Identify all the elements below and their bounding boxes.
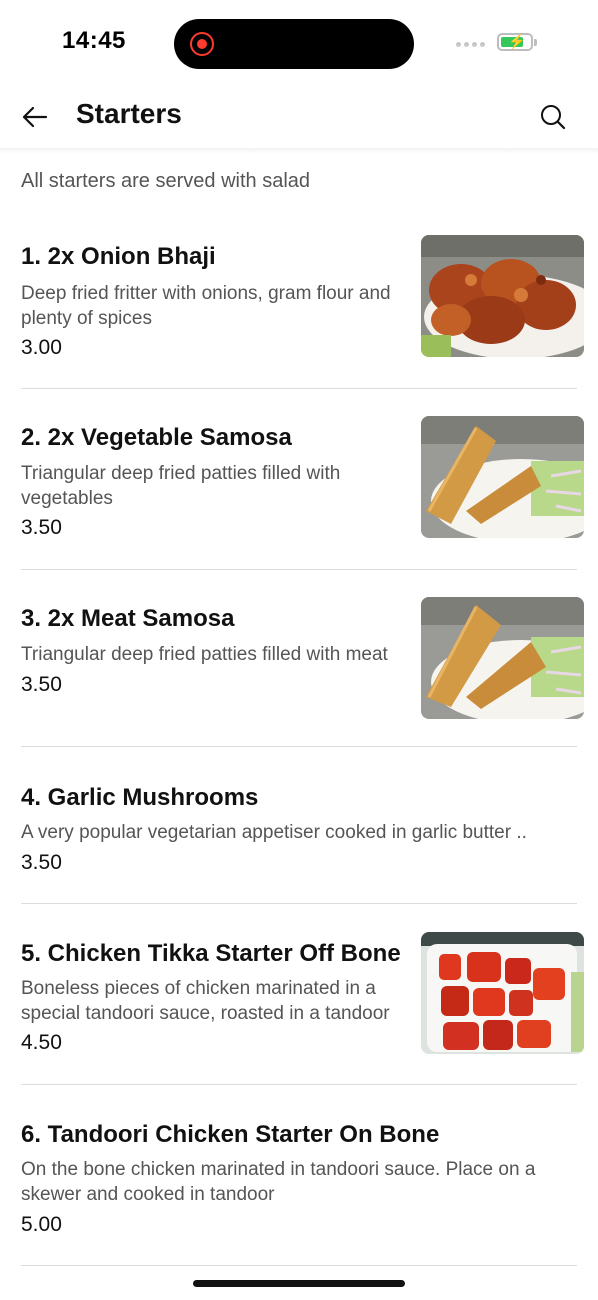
- item-price: 3.50: [21, 673, 62, 696]
- divider: [21, 1265, 577, 1266]
- search-button[interactable]: [538, 102, 568, 132]
- meat-samosa-photo: [421, 597, 584, 719]
- vegetable-samosa-photo: [421, 416, 584, 538]
- item-name: 1. 2x Onion Bhaji: [21, 243, 216, 270]
- home-indicator[interactable]: [193, 1280, 405, 1287]
- category-note: All starters are served with salad: [21, 170, 311, 192]
- menu-item[interactable]: 1. 2x Onion Bhaji Deep fried fritter wit…: [0, 235, 598, 388]
- item-description: Triangular deep fried patties filled wit…: [21, 644, 388, 665]
- item-price: 5.00: [21, 1213, 62, 1236]
- item-image: [421, 416, 584, 538]
- onion-bhaji-photo: [421, 235, 584, 357]
- arrow-left-icon: [22, 106, 48, 128]
- item-description: A very popular vegetarian appetiser cook…: [21, 822, 527, 843]
- item-name: 3. 2x Meat Samosa: [21, 605, 235, 632]
- status-time: 14:45: [62, 27, 126, 54]
- screen-recording-icon: [190, 32, 214, 56]
- item-image: [421, 932, 584, 1054]
- menu-item[interactable]: 3. 2x Meat Samosa Triangular deep fried …: [0, 597, 598, 746]
- search-icon: [541, 105, 566, 130]
- divider: [21, 1084, 577, 1085]
- item-name: 5. Chicken Tikka Starter Off Bone: [21, 940, 401, 967]
- item-description: On the bone chicken marinated in tandoor…: [21, 1159, 536, 1205]
- item-description: Boneless pieces of chicken marinated in …: [21, 978, 390, 1024]
- menu-item[interactable]: 5. Chicken Tikka Starter Off Bone Bonele…: [0, 932, 598, 1084]
- item-description: Triangular deep fried patties filled wit…: [21, 463, 341, 509]
- status-bar: 14:45 ⚡: [0, 0, 598, 88]
- item-image: [421, 235, 584, 357]
- header-divider: [0, 148, 598, 154]
- item-price: 3.00: [21, 336, 62, 359]
- item-name: 2. 2x Vegetable Samosa: [21, 424, 292, 451]
- item-name: 4. Garlic Mushrooms: [21, 784, 259, 811]
- item-image: [421, 597, 584, 719]
- page-title: Starters: [76, 98, 182, 129]
- item-price: 4.50: [21, 1031, 62, 1054]
- menu-item[interactable]: 6. Tandoori Chicken Starter On Bone On t…: [0, 1113, 598, 1265]
- back-button[interactable]: [20, 102, 50, 132]
- divider: [21, 569, 577, 570]
- battery-charging-icon: ⚡: [497, 33, 537, 51]
- divider: [21, 746, 577, 747]
- chicken-tikka-photo: [421, 932, 584, 1054]
- app-header: Starters: [0, 88, 598, 148]
- item-price: 3.50: [21, 851, 62, 874]
- menu-item[interactable]: 4. Garlic Mushrooms A very popular veget…: [0, 776, 598, 903]
- dynamic-island: [174, 19, 414, 69]
- divider: [21, 903, 577, 904]
- item-price: 3.50: [21, 516, 62, 539]
- divider: [21, 388, 577, 389]
- menu-item[interactable]: 2. 2x Vegetable Samosa Triangular deep f…: [0, 416, 598, 569]
- item-description: Deep fried fritter with onions, gram flo…: [21, 283, 391, 329]
- item-name: 6. Tandoori Chicken Starter On Bone: [21, 1121, 440, 1148]
- cellular-signal-icon: [456, 42, 485, 47]
